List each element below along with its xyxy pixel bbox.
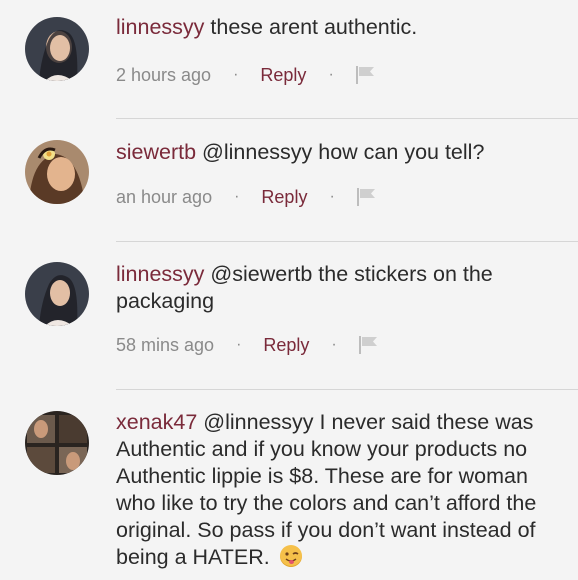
comment-username[interactable]: siewertb (116, 140, 196, 164)
comment-body: @linnessyy how can you tell? (202, 140, 485, 164)
avatar[interactable] (25, 262, 89, 326)
reply-button[interactable]: Reply (263, 335, 309, 356)
separator-dot: · (331, 336, 337, 353)
comment-timestamp: an hour ago (116, 186, 213, 207)
comment-timestamp: 58 mins ago (116, 334, 215, 355)
separator-dot: · (234, 188, 240, 205)
flag-icon[interactable] (358, 336, 379, 354)
reply-button[interactable]: Reply (261, 187, 307, 208)
comment-username[interactable]: xenak47 (116, 410, 197, 434)
separator-dot: · (236, 336, 242, 353)
comment-text: siewertb @linnessyy how can you tell? (116, 139, 554, 166)
avatar[interactable] (25, 140, 89, 204)
comment-username[interactable]: linnessyy (116, 15, 204, 39)
divider (116, 241, 578, 242)
comment-meta: an hour ago · Reply · (116, 184, 554, 210)
comment-text: xenak47 @linnessyy I never said these wa… (116, 409, 554, 571)
separator-dot: · (328, 66, 334, 83)
separator-dot: · (233, 66, 239, 83)
comment-text: linnessyy these arent authentic. (116, 14, 554, 41)
comment-meta: 58 mins ago · Reply · (116, 332, 554, 358)
comment-username[interactable]: linnessyy (116, 262, 204, 286)
divider (116, 118, 578, 119)
comment-body: these arent authentic. (210, 15, 418, 39)
flag-icon[interactable] (356, 188, 377, 206)
comment-timestamp: 2 hours ago (116, 64, 212, 85)
divider (116, 389, 578, 390)
avatar[interactable] (25, 17, 89, 81)
comment-meta: 2 hours ago · Reply · (116, 62, 554, 88)
winking-tongue-emoji-icon (279, 545, 302, 567)
reply-button[interactable]: Reply (260, 65, 306, 86)
separator-dot: · (329, 188, 335, 205)
comment-text: linnessyy @siewertb the stickers on the … (116, 261, 554, 315)
flag-icon[interactable] (355, 66, 376, 84)
avatar[interactable] (25, 411, 89, 475)
